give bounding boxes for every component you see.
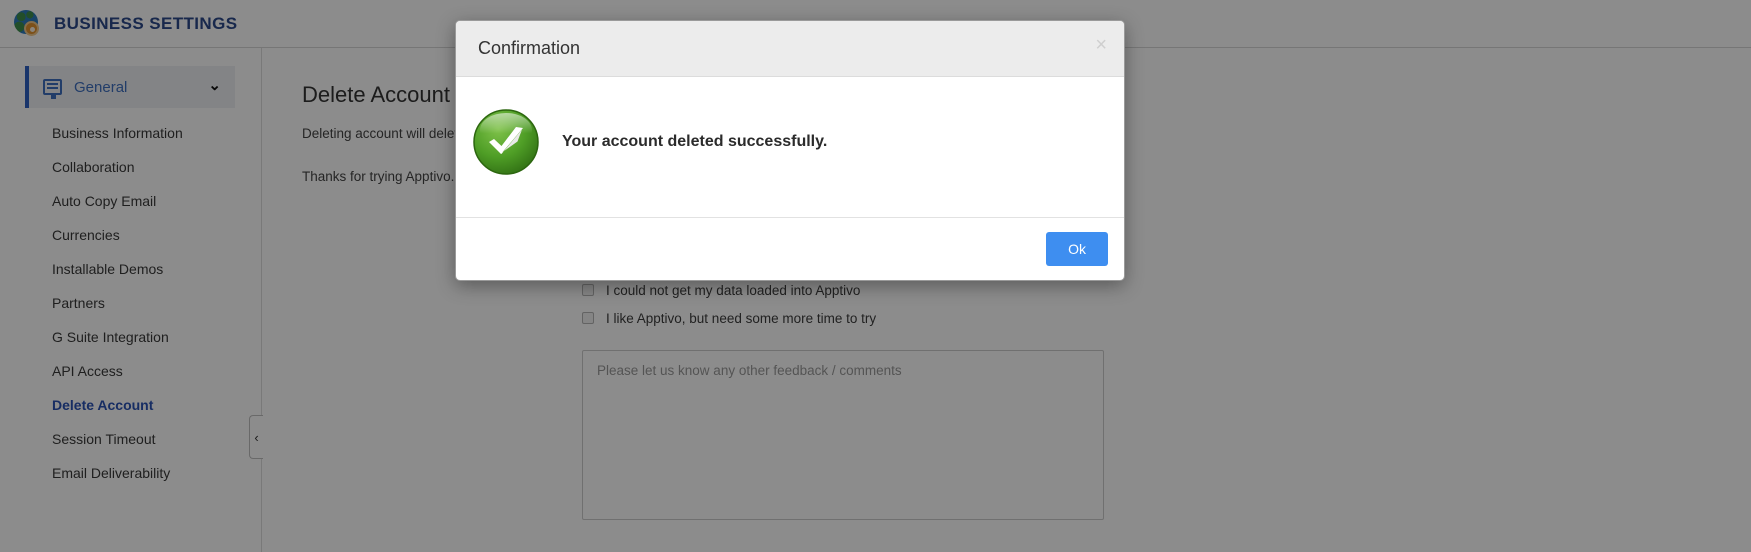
dialog-footer: Ok — [456, 217, 1124, 280]
dialog-body: Your account deleted successfully. — [456, 77, 1124, 217]
ok-button[interactable]: Ok — [1046, 232, 1108, 266]
dialog-header: Confirmation × — [456, 21, 1124, 77]
dialog-title: Confirmation — [478, 38, 580, 59]
dialog-message: Your account deleted successfully. — [562, 133, 827, 151]
app-root: BUSINESS SETTINGS General ⌄ Business Inf… — [0, 0, 1751, 552]
confirmation-dialog: Confirmation × — [455, 20, 1125, 281]
green-check-circle-icon — [472, 108, 540, 176]
close-icon[interactable]: × — [1095, 35, 1107, 55]
